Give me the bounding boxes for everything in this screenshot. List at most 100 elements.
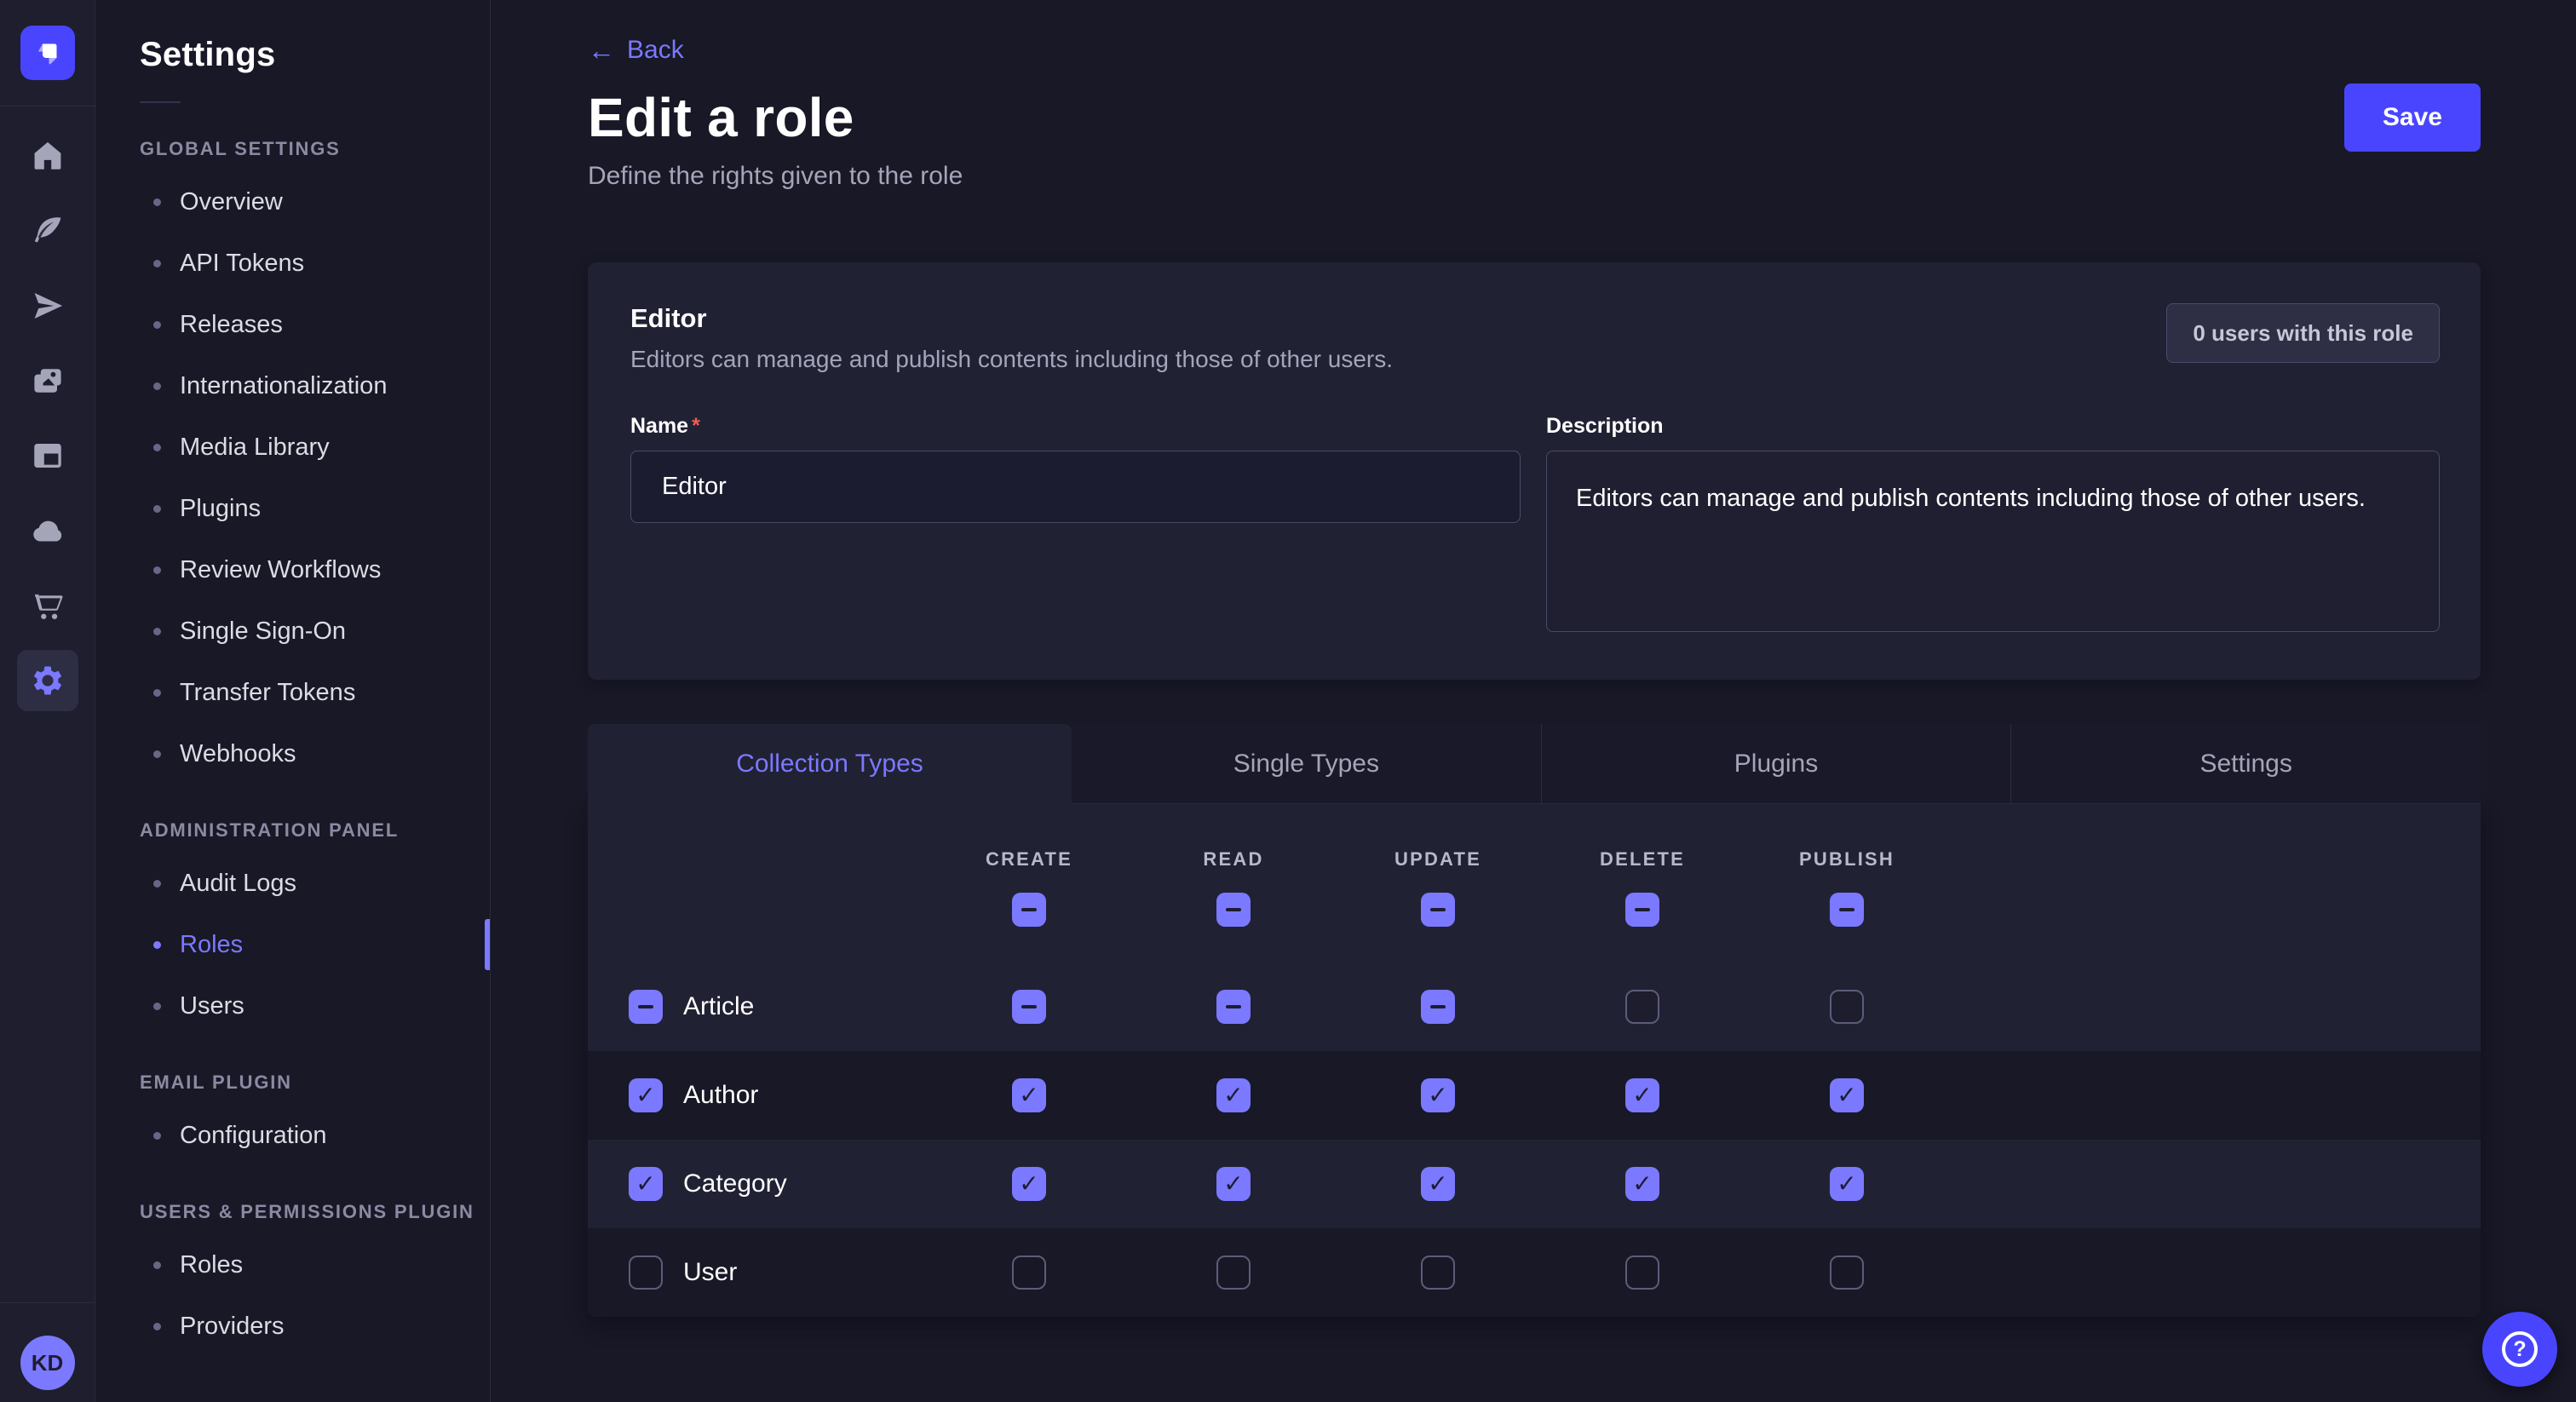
sidebar-item-api-tokens[interactable]: API Tokens — [95, 233, 490, 294]
users-with-role-button[interactable]: 0 users with this role — [2166, 303, 2440, 363]
article-read-checkbox[interactable] — [1216, 990, 1251, 1024]
user-delete-checkbox[interactable] — [1625, 1255, 1659, 1290]
nav-content-manager-button[interactable] — [17, 200, 78, 261]
nav-home-button[interactable] — [17, 125, 78, 187]
user-create-checkbox[interactable] — [1012, 1255, 1046, 1290]
article-delete-checkbox[interactable] — [1625, 990, 1659, 1024]
author-update-checkbox[interactable] — [1421, 1078, 1455, 1112]
bullet-icon — [153, 941, 161, 949]
select-all-update-checkbox[interactable] — [1421, 893, 1455, 927]
article-publish-checkbox[interactable] — [1830, 990, 1864, 1024]
bullet-icon — [153, 880, 161, 888]
category-update-checkbox[interactable] — [1421, 1167, 1455, 1201]
nav-settings-button[interactable] — [17, 650, 78, 711]
sidebar-item-media-library[interactable]: Media Library — [95, 417, 490, 478]
row-checkbox-author[interactable] — [629, 1078, 663, 1112]
role-name-heading: Editor — [630, 303, 1393, 334]
row-label-article: Article — [683, 992, 754, 1021]
sidebar-item-overview[interactable]: Overview — [95, 171, 490, 233]
user-update-checkbox[interactable] — [1421, 1255, 1455, 1290]
bullet-icon — [153, 566, 161, 574]
cloud-icon — [29, 512, 66, 549]
sidebar-item-providers[interactable]: Providers — [95, 1296, 490, 1357]
sidebar-item-users[interactable]: Users — [95, 975, 490, 1037]
spacer — [1949, 804, 2481, 962]
required-asterisk: * — [692, 414, 700, 438]
select-all-read-checkbox[interactable] — [1216, 893, 1251, 927]
column-read: READ — [1131, 804, 1336, 962]
save-button[interactable]: Save — [2344, 83, 2481, 152]
nav-layout-button[interactable] — [17, 425, 78, 486]
table-row-article: Article — [588, 962, 2481, 1051]
layout-panel-icon — [30, 438, 66, 474]
active-indicator — [485, 919, 490, 970]
sidebar-item-configuration[interactable]: Configuration — [95, 1105, 490, 1166]
description-textarea[interactable]: Editors can manage and publish contents … — [1546, 451, 2440, 632]
bullet-icon — [153, 505, 161, 513]
sidebar-item-transfer-tokens[interactable]: Transfer Tokens — [95, 662, 490, 723]
article-create-checkbox[interactable] — [1012, 990, 1046, 1024]
section-administration-panel: ADMINISTRATION PANEL — [140, 812, 490, 849]
column-header-read: READ — [1203, 848, 1263, 871]
select-all-delete-checkbox[interactable] — [1625, 893, 1659, 927]
sidebar-item-internationalization[interactable]: Internationalization — [95, 355, 490, 417]
row-label-author: Author — [683, 1081, 758, 1110]
author-create-checkbox[interactable] — [1012, 1078, 1046, 1112]
description-label: Description — [1546, 414, 2440, 439]
nav-media-library-button[interactable] — [17, 350, 78, 411]
category-read-checkbox[interactable] — [1216, 1167, 1251, 1201]
tab-settings[interactable]: Settings — [2010, 724, 2481, 804]
home-icon — [30, 138, 66, 174]
bullet-icon — [153, 444, 161, 451]
name-input[interactable] — [630, 451, 1521, 523]
author-read-checkbox[interactable] — [1216, 1078, 1251, 1112]
role-details-card: Editor Editors can manage and publish co… — [588, 262, 2481, 680]
row-checkbox-category[interactable] — [629, 1167, 663, 1201]
category-create-checkbox[interactable] — [1012, 1167, 1046, 1201]
rail-icon-list — [17, 125, 78, 711]
category-publish-checkbox[interactable] — [1830, 1167, 1864, 1201]
divider — [0, 1302, 95, 1303]
column-publish: PUBLISH — [1745, 804, 1949, 962]
row-checkbox-user[interactable] — [629, 1255, 663, 1290]
role-description-text: Editors can manage and publish contents … — [630, 346, 1393, 373]
sidebar-item-review-workflows[interactable]: Review Workflows — [95, 539, 490, 600]
sidebar-item-audit-logs[interactable]: Audit Logs — [95, 853, 490, 914]
back-link[interactable]: ← Back — [588, 36, 684, 65]
nav-deploy-button[interactable] — [17, 500, 78, 561]
sidebar-item-roles-up[interactable]: Roles — [95, 1234, 490, 1296]
tab-collection-types[interactable]: Collection Types — [588, 724, 1072, 804]
strapi-logo[interactable] — [20, 26, 75, 80]
sidebar-item-roles-admin[interactable]: Roles — [95, 914, 490, 975]
sidebar-item-webhooks[interactable]: Webhooks — [95, 723, 490, 784]
settings-subnav: Settings GLOBAL SETTINGS Overview API To… — [95, 0, 491, 1402]
permissions-table: CREATE READ UPDATE DELETE PUBLISH — [588, 804, 2481, 1317]
article-update-checkbox[interactable] — [1421, 990, 1455, 1024]
shopping-cart-icon — [30, 588, 66, 623]
bullet-icon — [153, 1261, 161, 1269]
spacer — [1949, 1228, 2481, 1317]
user-read-checkbox[interactable] — [1216, 1255, 1251, 1290]
sidebar-item-releases[interactable]: Releases — [95, 294, 490, 355]
author-publish-checkbox[interactable] — [1830, 1078, 1864, 1112]
header-label-cell — [588, 804, 927, 962]
sidebar-item-single-sign-on[interactable]: Single Sign-On — [95, 600, 490, 662]
nav-marketplace-button[interactable] — [17, 575, 78, 636]
section-global-settings: GLOBAL SETTINGS — [140, 130, 490, 168]
bullet-icon — [153, 750, 161, 758]
author-delete-checkbox[interactable] — [1625, 1078, 1659, 1112]
media-library-icon — [29, 362, 66, 399]
tab-single-types[interactable]: Single Types — [1072, 724, 1541, 804]
help-button[interactable]: ? — [2482, 1312, 2557, 1387]
sidebar-item-plugins[interactable]: Plugins — [95, 478, 490, 539]
tab-plugins[interactable]: Plugins — [1541, 724, 2011, 804]
select-all-create-checkbox[interactable] — [1012, 893, 1046, 927]
avatar[interactable]: KD — [20, 1336, 75, 1390]
user-publish-checkbox[interactable] — [1830, 1255, 1864, 1290]
row-checkbox-article[interactable] — [629, 990, 663, 1024]
avatar-initials: KD — [32, 1350, 64, 1376]
select-all-publish-checkbox[interactable] — [1830, 893, 1864, 927]
nav-content-type-builder-button[interactable] — [17, 275, 78, 336]
column-delete: DELETE — [1540, 804, 1745, 962]
category-delete-checkbox[interactable] — [1625, 1167, 1659, 1201]
